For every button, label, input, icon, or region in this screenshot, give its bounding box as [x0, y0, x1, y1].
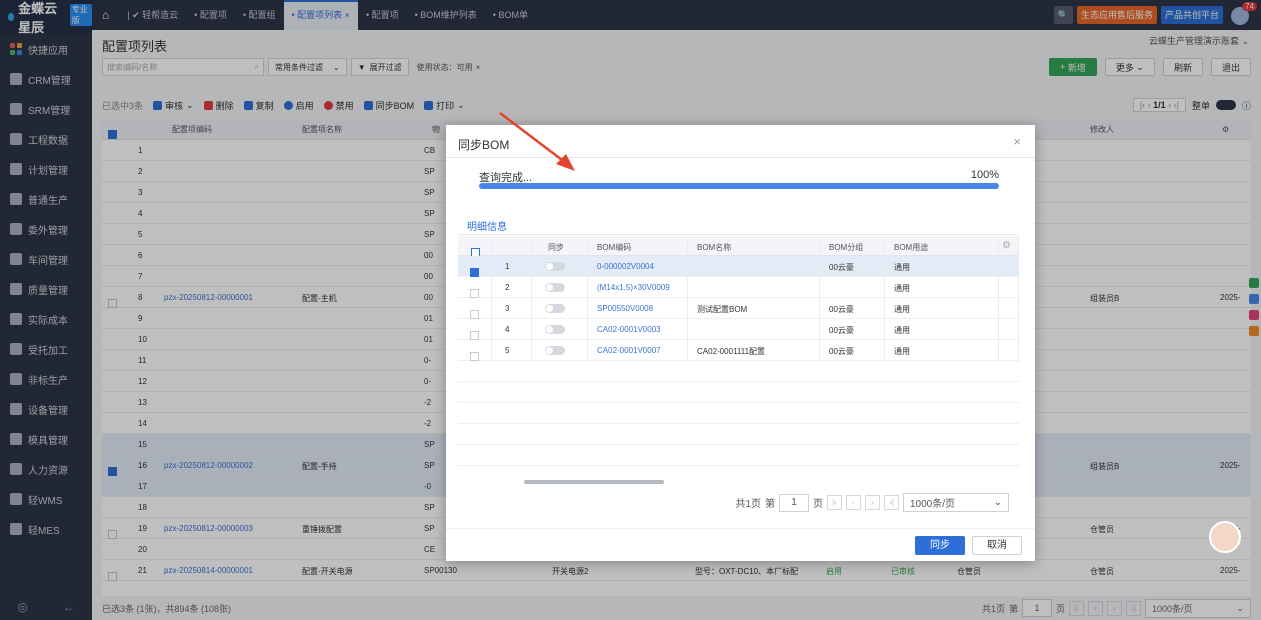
bom-cell-use: 通用: [894, 284, 910, 293]
col-bom-name: BOM名称: [697, 243, 732, 252]
col-sync: 同步: [548, 243, 564, 252]
bom-cell-group: 00云豪: [829, 326, 854, 335]
bom-cell-no: 3: [505, 304, 510, 313]
chevron-down-icon: ⌄: [993, 497, 1002, 508]
column-divider: [1018, 236, 1019, 361]
bom-page-label: 第: [765, 499, 775, 510]
cancel-button[interactable]: 取消: [972, 536, 1022, 555]
bom-pager: 共1页 第 1 页 |‹ ‹ › ›| 1000条/页 ⌄: [735, 493, 1009, 512]
bom-cell-no: 4: [505, 325, 510, 334]
bom-per-page-select[interactable]: 1000条/页 ⌄: [903, 493, 1009, 512]
sync-button[interactable]: 同步: [915, 536, 965, 555]
bom-cell-code[interactable]: 0-000002V0004: [597, 262, 654, 271]
bom-cell-name: 测试配置BOM: [697, 305, 748, 314]
column-divider: [587, 236, 588, 361]
checkbox-icon: [470, 310, 479, 319]
sync-toggle[interactable]: [545, 346, 565, 355]
checkbox-icon: [470, 268, 479, 277]
column-divider: [819, 236, 820, 361]
bom-row[interactable]: 4 CA02-0001V0003 00云豪 通用: [458, 319, 1019, 340]
bom-table-body: 1 0-000002V0004 00云豪 通用 2 (M14x1.5)×30V0009 通用…: [458, 256, 1019, 486]
bom-total-pages: 共1页: [735, 499, 761, 510]
first-page-icon[interactable]: |‹: [827, 495, 842, 510]
tab-divider: [458, 234, 1019, 235]
bom-row[interactable]: 1 0-000002V0004 00云豪 通用: [458, 256, 1019, 277]
empty-row: [458, 403, 1019, 424]
col-bom-use: BOM用途: [894, 243, 929, 252]
dialog-footer-divider: [446, 528, 1035, 529]
checkbox-icon: [470, 352, 479, 361]
bom-cell-no: 5: [505, 346, 510, 355]
sync-toggle[interactable]: [545, 283, 565, 292]
last-page-icon[interactable]: ›|: [884, 495, 899, 510]
column-divider: [884, 236, 885, 361]
progress-fill: [479, 183, 999, 189]
bom-cell-code[interactable]: CA02-0001V0003: [597, 325, 661, 334]
column-divider: [531, 236, 532, 361]
col-bom-code: BOM编码: [597, 243, 632, 252]
bom-cell-use: 通用: [894, 305, 910, 314]
bom-cell-use: 通用: [894, 263, 910, 272]
empty-row: [458, 445, 1019, 466]
bom-table: 同步 BOM编码 BOM名称 BOM分组 BOM用途 ⚙ 1 0-000002V0…: [458, 236, 1019, 486]
bom-cell-no: 2: [505, 283, 510, 292]
sync-toggle[interactable]: [545, 325, 565, 334]
progress-bar: [479, 183, 999, 189]
bom-cell-use: 通用: [894, 347, 910, 356]
progress-percent: 100%: [970, 169, 999, 181]
bom-row[interactable]: 2 (M14x1.5)×30V0009 通用: [458, 277, 1019, 298]
empty-row: [458, 424, 1019, 445]
checkbox-icon: [470, 289, 479, 298]
sync-bom-dialog: 同步BOM × 查询完成... 100% 明细信息 同步 BOM编码 BOM名称…: [446, 125, 1035, 561]
bom-row[interactable]: 3 SP00550V0008 测试配置BOM 00云豪 通用: [458, 298, 1019, 319]
sync-toggle[interactable]: [545, 262, 565, 271]
bom-cell-name: CA02-0001111配置: [697, 347, 766, 356]
horizontal-scrollbar[interactable]: [524, 480, 664, 484]
assistant-avatar[interactable]: [1209, 521, 1241, 553]
bom-cell-code[interactable]: (M14x1.5)×30V0009: [597, 283, 670, 292]
table-settings-icon[interactable]: ⚙: [1002, 240, 1011, 251]
dialog-divider: [446, 157, 1035, 158]
empty-row: [458, 361, 1019, 382]
bom-per-page-label: 1000条/页: [910, 499, 956, 510]
bom-cell-group: 00云豪: [829, 347, 854, 356]
bom-cell-no: 1: [505, 262, 510, 271]
bom-cell-use: 通用: [894, 326, 910, 335]
bom-cell-code[interactable]: SP00550V0008: [597, 304, 653, 313]
bom-page-input[interactable]: 1: [779, 493, 809, 512]
bom-cell-group: 00云豪: [829, 305, 854, 314]
prev-page-icon[interactable]: ‹: [846, 495, 861, 510]
column-divider: [687, 236, 688, 361]
column-divider: [491, 236, 492, 361]
bom-table-header: 同步 BOM编码 BOM名称 BOM分组 BOM用途 ⚙: [458, 236, 1019, 257]
column-divider: [998, 236, 999, 361]
dialog-title: 同步BOM: [458, 138, 510, 152]
bom-cell-code[interactable]: CA02-0001V0007: [597, 346, 661, 355]
close-icon[interactable]: ×: [1013, 134, 1021, 149]
next-page-icon[interactable]: ›: [865, 495, 880, 510]
sync-toggle[interactable]: [545, 304, 565, 313]
bom-cell-group: 00云豪: [829, 263, 854, 272]
col-bom-group: BOM分组: [829, 243, 864, 252]
empty-row: [458, 382, 1019, 403]
checkbox-icon: [470, 331, 479, 340]
bom-row[interactable]: 5 CA02-0001V0007 CA02-0001111配置 00云豪 通用: [458, 340, 1019, 361]
bom-page-unit: 页: [813, 499, 823, 510]
